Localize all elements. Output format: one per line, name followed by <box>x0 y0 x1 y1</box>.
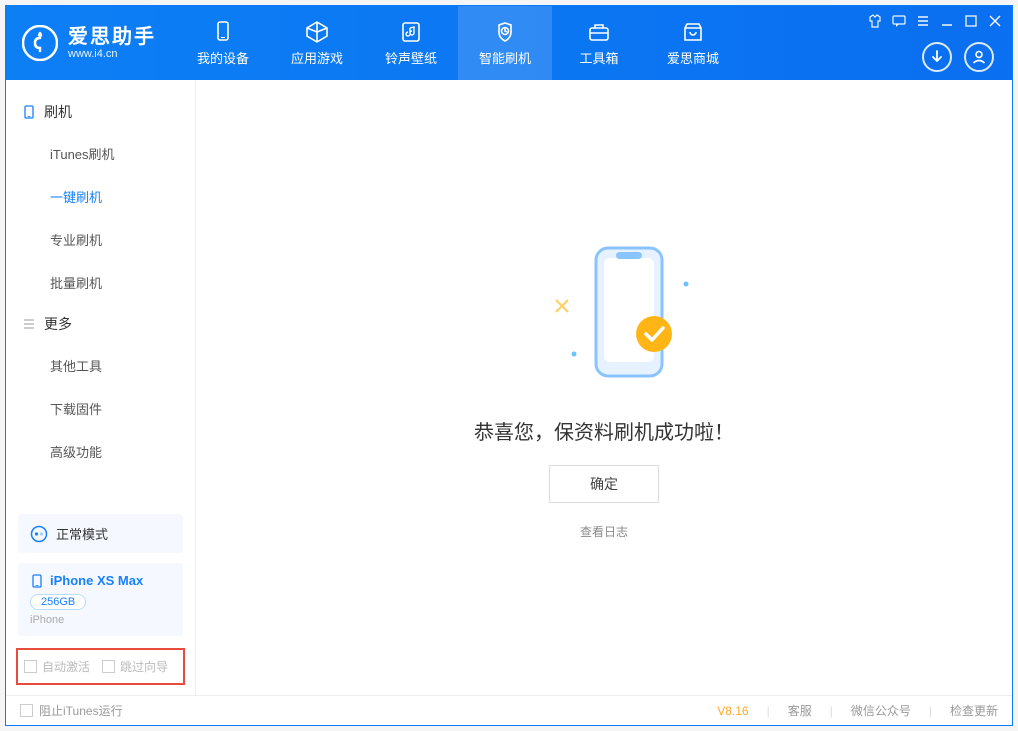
tab-ring[interactable]: 铃声壁纸 <box>364 6 458 80</box>
sidebar-item-download-fw[interactable]: 下载固件 <box>6 387 195 430</box>
minimize-icon[interactable] <box>940 14 954 28</box>
close-icon[interactable] <box>988 14 1002 28</box>
tab-label: 铃声壁纸 <box>385 48 437 67</box>
tab-flash[interactable]: 智能刷机 <box>458 6 552 80</box>
app-name: 爱思助手 <box>68 26 156 48</box>
download-icon <box>929 49 945 65</box>
device-icon <box>211 20 235 44</box>
sidebar-group-flash: 刷机 <box>6 92 195 132</box>
flash-options-row: 自动激活 跳过向导 <box>16 648 185 685</box>
menu-icon[interactable] <box>916 14 930 28</box>
block-itunes-label[interactable]: 阻止iTunes运行 <box>39 702 123 719</box>
app-logo-icon <box>22 25 58 61</box>
feedback-icon[interactable] <box>892 14 906 28</box>
success-illustration <box>534 236 674 396</box>
check-update-link[interactable]: 检查更新 <box>950 702 998 719</box>
logo: 爱思助手 www.i4.cn <box>6 6 176 80</box>
wechat-link[interactable]: 微信公众号 <box>851 702 911 719</box>
sidebar-item-pro-flash[interactable]: 专业刷机 <box>6 218 195 261</box>
mode-icon <box>30 525 48 543</box>
tab-label: 智能刷机 <box>479 48 531 67</box>
tab-toolbox[interactable]: 工具箱 <box>552 6 646 80</box>
list-icon <box>22 317 36 331</box>
auto-activate-label: 自动激活 <box>42 658 90 675</box>
ring-icon <box>399 20 423 44</box>
sidebar-item-onekey-flash[interactable]: 一键刷机 <box>6 175 195 218</box>
user-icon <box>971 49 987 65</box>
tab-apps[interactable]: 应用游戏 <box>270 6 364 80</box>
skip-guide-label: 跳过向导 <box>120 658 168 675</box>
tab-store[interactable]: 爱思商城 <box>646 6 740 80</box>
device-name: iPhone XS Max <box>50 573 143 588</box>
checkbox-icon <box>102 660 115 673</box>
statusbar: 阻止iTunes运行 V8.16 | 客服 | 微信公众号 | 检查更新 <box>6 695 1012 725</box>
maximize-icon[interactable] <box>964 14 978 28</box>
flash-icon <box>493 20 517 44</box>
success-message: 恭喜您，保资料刷机成功啦！ <box>474 416 734 445</box>
checkbox-icon <box>24 660 37 673</box>
app-url: www.i4.cn <box>68 48 156 60</box>
device-info-box[interactable]: iPhone XS Max 256GB iPhone <box>18 563 183 636</box>
tab-label: 我的设备 <box>197 48 249 67</box>
tab-label: 应用游戏 <box>291 48 343 67</box>
apps-icon <box>305 20 329 44</box>
sidebar-group-more-title: 更多 <box>44 314 72 334</box>
sidebar-group-flash-title: 刷机 <box>44 102 72 122</box>
skin-icon[interactable] <box>868 14 882 28</box>
auto-activate-checkbox[interactable]: 自动激活 <box>24 658 90 675</box>
titlebar: 爱思助手 www.i4.cn 我的设备 应用游戏 铃声壁纸 智能刷机 工具箱 爱思商城 <box>6 6 1012 80</box>
device-type: iPhone <box>30 614 171 626</box>
sidebar-item-advanced[interactable]: 高级功能 <box>6 430 195 473</box>
tab-device[interactable]: 我的设备 <box>176 6 270 80</box>
skip-guide-checkbox[interactable]: 跳过向导 <box>102 658 168 675</box>
support-link[interactable]: 客服 <box>788 702 812 719</box>
toolbox-icon <box>587 20 611 44</box>
account-button[interactable] <box>964 42 994 72</box>
sidebar-item-itunes-flash[interactable]: iTunes刷机 <box>6 132 195 175</box>
device-name-row: iPhone XS Max <box>30 573 171 588</box>
sidebar-item-batch-flash[interactable]: 批量刷机 <box>6 261 195 304</box>
mode-label: 正常模式 <box>56 524 108 543</box>
download-manager-button[interactable] <box>922 42 952 72</box>
device-storage-badge: 256GB <box>30 594 86 610</box>
sidebar-group-more: 更多 <box>6 304 195 344</box>
version-label: V8.16 <box>717 704 748 718</box>
main-content: 恭喜您，保资料刷机成功啦！ 确定 查看日志 <box>196 80 1012 695</box>
device-mode-box[interactable]: 正常模式 <box>18 514 183 553</box>
checkbox-icon[interactable] <box>20 704 33 717</box>
ok-button[interactable]: 确定 <box>549 465 659 503</box>
view-log-link[interactable]: 查看日志 <box>580 523 628 540</box>
phone-icon <box>22 105 36 119</box>
store-icon <box>681 20 705 44</box>
main-tabs: 我的设备 应用游戏 铃声壁纸 智能刷机 工具箱 爱思商城 <box>176 6 740 80</box>
tab-label: 工具箱 <box>579 48 618 67</box>
device-phone-icon <box>30 574 44 588</box>
tab-label: 爱思商城 <box>667 48 719 67</box>
sidebar: 刷机 iTunes刷机一键刷机专业刷机批量刷机 更多 其他工具下载固件高级功能 … <box>6 80 196 695</box>
sidebar-item-other-tools[interactable]: 其他工具 <box>6 344 195 387</box>
